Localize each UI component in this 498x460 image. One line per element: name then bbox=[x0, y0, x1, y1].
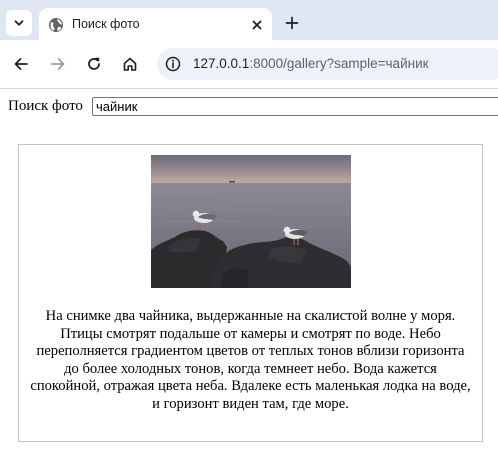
active-tab[interactable]: Поиск фото bbox=[39, 8, 272, 42]
browser-chrome: Поиск фото 127.0.0.1:8000/gallery?sample… bbox=[0, 0, 498, 88]
result-card: На снимке два чайника, выдержанные на ск… bbox=[18, 144, 483, 442]
url-host: 127.0.0.1 bbox=[193, 56, 250, 71]
search-label: Поиск фото bbox=[8, 98, 83, 114]
home-icon bbox=[123, 57, 137, 71]
close-icon bbox=[252, 20, 262, 30]
search-input[interactable]: чайник bbox=[92, 97, 498, 116]
tab-search-button[interactable] bbox=[6, 10, 32, 36]
forward-button[interactable] bbox=[46, 52, 70, 76]
arrow-left-icon bbox=[14, 58, 28, 70]
navigation-toolbar: 127.0.0.1:8000/gallery?sample=чайник bbox=[0, 40, 498, 88]
tab-title: Поиск фото bbox=[72, 17, 140, 31]
result-photo bbox=[151, 155, 351, 288]
address-bar[interactable]: 127.0.0.1:8000/gallery?sample=чайник bbox=[157, 48, 498, 80]
info-icon bbox=[165, 56, 181, 72]
url-text: 127.0.0.1:8000/gallery?sample=чайник bbox=[193, 56, 429, 71]
tab-strip: Поиск фото bbox=[0, 4, 498, 42]
tab-close-button[interactable] bbox=[247, 15, 267, 35]
seagulls-photo bbox=[151, 155, 351, 288]
new-tab-button[interactable] bbox=[281, 12, 303, 34]
globe-icon bbox=[49, 18, 63, 32]
chevron-down-icon bbox=[14, 20, 24, 26]
result-caption: На снимке два чайника, выдержанные на ск… bbox=[30, 308, 471, 412]
home-button[interactable] bbox=[118, 52, 142, 76]
reload-button[interactable] bbox=[82, 52, 106, 76]
reload-icon bbox=[88, 57, 100, 70]
site-info-button[interactable] bbox=[163, 54, 183, 74]
arrow-right-icon bbox=[51, 58, 65, 70]
plus-icon bbox=[285, 16, 299, 30]
back-button[interactable] bbox=[9, 52, 33, 76]
url-path: :8000/gallery?sample=чайник bbox=[249, 56, 429, 71]
toolbar-divider bbox=[0, 88, 498, 89]
